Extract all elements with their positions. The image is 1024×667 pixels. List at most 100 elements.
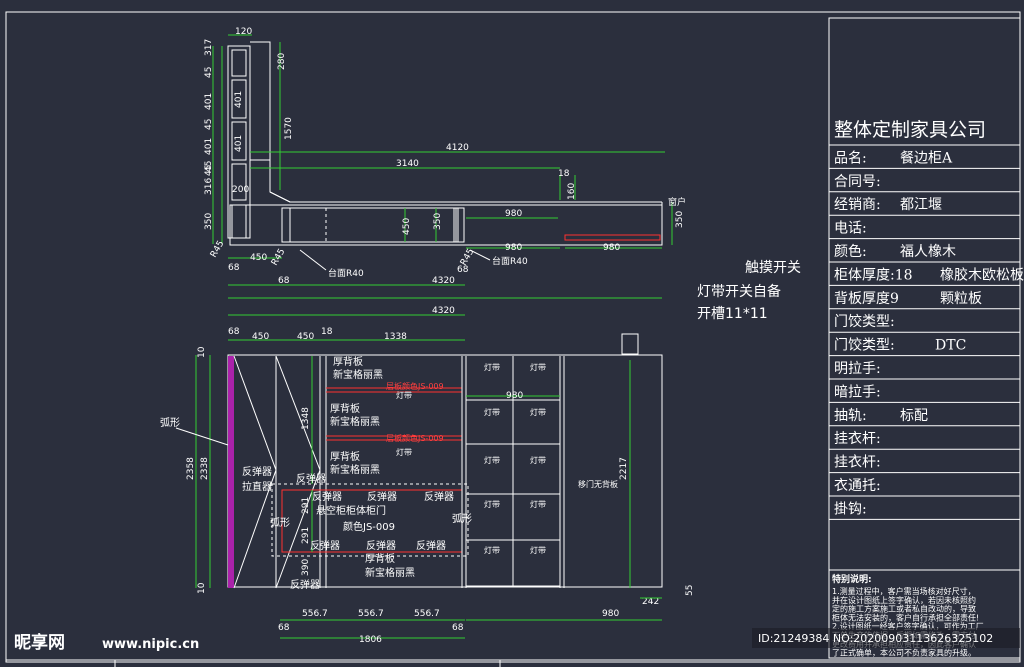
- dim-980-b: 980: [505, 243, 522, 253]
- title-row-label: 背板厚度9: [834, 291, 899, 307]
- label-light-b: 灯带: [396, 447, 412, 457]
- label-hanging-color: 颜色JS-009: [343, 520, 395, 533]
- dim-45-b: 45: [204, 119, 214, 130]
- dim-980-bottom: 980: [602, 609, 619, 619]
- dim-55: 55: [685, 585, 695, 596]
- title-row-label: 柜体厚度:18: [834, 267, 913, 283]
- label-rebound-g: 反弹器: [416, 539, 446, 552]
- dim-280: 280: [277, 53, 287, 70]
- label-window: 窗户: [668, 196, 686, 208]
- dim-18-e: 18: [321, 327, 333, 337]
- label-back-1: 厚背板: [333, 355, 363, 368]
- dim-450: 450: [402, 218, 412, 235]
- label-back-3: 厚背板: [330, 450, 360, 463]
- dim-3140: 3140: [396, 159, 419, 169]
- label-tile-3: 新宝格丽黑: [330, 463, 380, 476]
- label-light-f: 灯带: [530, 407, 546, 417]
- dim-45-d: 45: [204, 161, 214, 172]
- title-row-label: 颜色:: [834, 243, 867, 260]
- dim-450-e1: 450: [252, 332, 269, 342]
- switch-notes: 触摸开关 灯带开关自备 开槽11*11: [697, 260, 801, 322]
- title-row-value: 都江堰: [900, 197, 942, 213]
- label-rebound-a: 反弹器: [296, 472, 326, 485]
- label-rebound-puller: 反弹器: [242, 465, 272, 478]
- dim-350: 350: [204, 213, 214, 230]
- title-row-value: 餐边柜A: [900, 150, 953, 166]
- dim-980-a: 980: [505, 209, 522, 219]
- dim-68-a: 68: [228, 263, 240, 273]
- label-rebound-h: 反弹器: [290, 578, 320, 591]
- dim-316: 316: [204, 178, 214, 195]
- label-arc-b: 弧形: [270, 516, 290, 529]
- dim-68-c: 68: [457, 265, 469, 275]
- note-line: 了正式确单，本公司不负责家具的升级。: [832, 648, 976, 658]
- label-rebound-d: 反弹器: [424, 490, 454, 503]
- dim-401-in-a: 401: [234, 91, 244, 108]
- cad-drawing: 120 280 1570 4120 3140 18 160 980 980 98…: [5, 11, 1024, 667]
- dim-18: 18: [558, 169, 570, 179]
- label-tile-2: 新宝格丽黑: [330, 415, 380, 428]
- dim-4320-b: 4320: [432, 306, 455, 316]
- note-line: 柜体无法安装的，客户自行承担全部责任!: [832, 612, 979, 622]
- title-row-label: 合同号:: [834, 174, 881, 190]
- dim-450-e2: 450: [297, 332, 314, 342]
- label-light-d: 灯带: [530, 362, 546, 372]
- dim-r45-a: R45: [209, 239, 227, 259]
- dim-45-a: 45: [204, 67, 214, 78]
- dim-317: 317: [204, 39, 214, 56]
- dim-68-b: 68: [278, 276, 290, 286]
- label-light-k: 灯带: [484, 545, 500, 555]
- title-row-label: 门饺类型:: [834, 314, 895, 330]
- label-countertop-b: 台面R40: [492, 255, 528, 267]
- title-row-label: 掛钩:: [834, 501, 867, 517]
- dim-401-a: 401: [204, 93, 214, 110]
- dim-1570: 1570: [284, 117, 294, 140]
- note-line: 并在设计图纸上签字确认，若因未核照约: [832, 595, 976, 605]
- title-row-label: 品名:: [834, 150, 867, 166]
- dim-390: 390: [301, 559, 311, 576]
- dim-980-e: 980: [506, 391, 523, 401]
- title-row-label: 抽轨:: [834, 408, 867, 424]
- label-light-l: 灯带: [530, 545, 546, 555]
- note-slot: 开槽11*11: [697, 306, 768, 322]
- title-row-value: 颗粒板: [940, 291, 982, 307]
- dim-350-window: 350: [675, 211, 685, 228]
- dim-68-br: 68: [452, 623, 464, 633]
- company-name: 整体定制家具公司: [834, 119, 986, 141]
- dim-200: 200: [232, 185, 249, 195]
- label-light-c: 灯带: [484, 362, 500, 372]
- note-touch-switch: 触摸开关: [745, 260, 801, 276]
- title-row-label: 门饺类型:: [834, 338, 895, 354]
- dim-120: 120: [235, 27, 252, 37]
- dim-350-in: 350: [433, 213, 443, 230]
- label-arc-a: 弧形: [160, 416, 180, 429]
- label-light-g: 灯带: [484, 455, 500, 465]
- label-tile-4: 新宝格丽黑: [365, 566, 415, 579]
- label-tile-1: 新宝格丽黑: [333, 368, 383, 381]
- label-arc-c: 弧形: [452, 512, 472, 525]
- watermark-id: ID:21249384 NO:20200903113626325102: [758, 632, 993, 645]
- dim-980-c: 980: [603, 243, 620, 253]
- watermark-url: www.nipic.cn: [102, 637, 199, 652]
- title-row-value: 福人橡木: [900, 244, 956, 260]
- dim-4320-a: 4320: [432, 276, 455, 286]
- label-hanging-door: 悬空柜柜体柜门: [316, 504, 386, 517]
- dim-556-a: 556.7: [302, 609, 328, 619]
- label-no-back: 移门无背板: [578, 479, 618, 489]
- label-light-a: 灯带: [396, 390, 412, 400]
- title-row-value: DTC: [935, 338, 966, 354]
- label-light-i: 灯带: [484, 499, 500, 509]
- dim-4120: 4120: [446, 143, 469, 153]
- title-row-value: 标配: [900, 408, 928, 424]
- title-row-label: 经销商:: [834, 197, 881, 213]
- dim-2358: 2358: [186, 457, 196, 480]
- title-row-value: 橡胶木欧松板: [940, 266, 1024, 283]
- note-light-switch: 灯带开关自备: [697, 283, 781, 300]
- label-puller: 拉直器: [242, 480, 272, 493]
- title-row-label: 挂衣杆:: [834, 455, 881, 471]
- title-row-label: 暗拉手:: [834, 384, 881, 400]
- dim-10-top: 10: [197, 346, 207, 358]
- title-row-label: 明拉手:: [834, 361, 881, 377]
- dim-r45-b: R45: [270, 247, 288, 267]
- notes-title: 特别说明:: [832, 573, 872, 585]
